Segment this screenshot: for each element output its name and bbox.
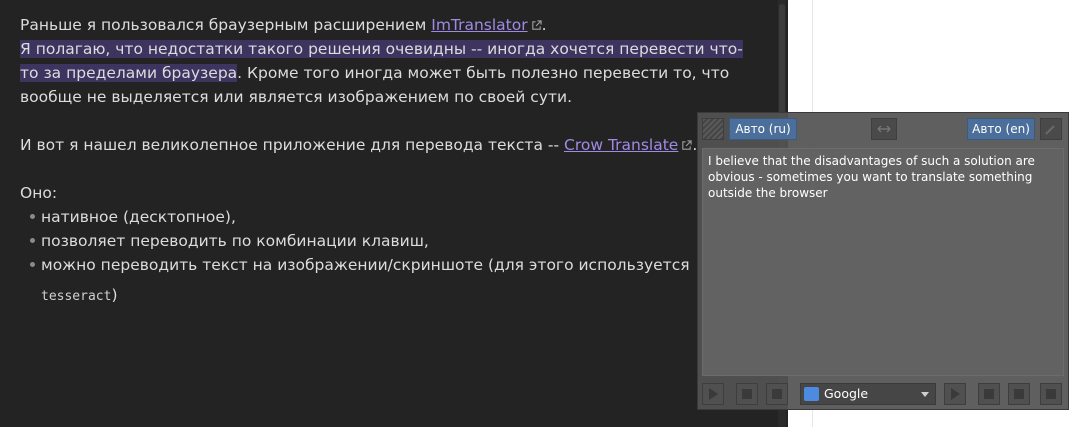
- external-link-icon: [531, 20, 542, 30]
- translation-output[interactable]: I believe that the disadvantages of such…: [702, 148, 1064, 376]
- crow-translate-link[interactable]: Crow Translate: [564, 136, 678, 154]
- list-item: позволяет переводить по комбинации клави…: [20, 229, 429, 253]
- text-segment: вообще не выделяется или является изобра…: [20, 88, 573, 106]
- imtranslator-link[interactable]: ImTranslator: [431, 16, 527, 34]
- paragraph-line-4: вообще не выделяется или является изобра…: [20, 85, 572, 109]
- list-item-text: нативное (десктопное),: [41, 208, 236, 226]
- play-source-button[interactable]: [702, 383, 724, 405]
- note-editor: Раньше я пользовался браузерным расширен…: [0, 0, 788, 427]
- play-translation-button[interactable]: [944, 383, 966, 405]
- paragraph-line-5: И вот я нашел великолепное приложение дл…: [20, 133, 697, 157]
- stop-translation-button[interactable]: [978, 383, 1000, 405]
- copy-translation-button[interactable]: [1040, 383, 1062, 405]
- engine-select[interactable]: Google: [800, 383, 936, 405]
- swap-arrows-icon: [877, 125, 891, 133]
- crow-translate-popup: Авто (ru) Авто (en) I believe that the d…: [697, 112, 1069, 410]
- swap-mode-icon[interactable]: [702, 118, 724, 140]
- paragraph-line-3: то за пределами браузера. Кроме того ино…: [20, 61, 729, 85]
- wrench-icon: [1045, 125, 1055, 135]
- bullet-icon: [30, 238, 35, 243]
- text-segment: .: [541, 16, 547, 34]
- paragraph-line-6: Оно:: [20, 181, 57, 205]
- text-segment: Оно:: [20, 184, 58, 202]
- chevron-down-icon: [921, 392, 929, 397]
- list-item: нативное (десктопное),: [20, 205, 236, 229]
- inline-code: tesseract: [41, 289, 112, 304]
- stop-source-button[interactable]: [736, 383, 758, 405]
- selected-text: то за пределами браузера: [20, 64, 238, 82]
- text-segment: ): [111, 286, 118, 304]
- copy-icon: [772, 389, 782, 399]
- text-segment: Раньше я пользовался браузерным расширен…: [20, 16, 432, 34]
- swap-languages-button[interactable]: [871, 118, 897, 140]
- copy-icon: [1046, 389, 1056, 399]
- source-language-button[interactable]: Авто (ru): [729, 118, 797, 140]
- text-segment: . Кроме того иногда может быть полезно п…: [237, 64, 730, 82]
- selected-text: Я полагаю, что недостатки такого решения…: [20, 40, 743, 58]
- list-item-text: можно переводить текст на изображении/ск…: [41, 256, 690, 274]
- stop-icon: [742, 389, 752, 399]
- copy-source-button[interactable]: [766, 383, 788, 405]
- copy-all-button[interactable]: [1008, 383, 1030, 405]
- paragraph-line-2: Я полагаю, что недостатки такого решения…: [20, 37, 743, 61]
- settings-button[interactable]: [1040, 118, 1062, 140]
- engine-label: Google: [824, 386, 869, 401]
- google-translate-icon: [804, 387, 819, 401]
- bullet-icon: [30, 214, 35, 219]
- stop-icon: [984, 389, 994, 399]
- paragraph-line-1: Раньше я пользовался браузерным расширен…: [20, 13, 547, 37]
- list-item-continuation: tesseract): [41, 283, 118, 309]
- play-icon: [709, 388, 718, 400]
- play-icon: [951, 388, 960, 400]
- text-segment: И вот я нашел великолепное приложение дл…: [20, 136, 564, 154]
- list-item-text: позволяет переводить по комбинации клави…: [41, 232, 429, 250]
- copy-all-icon: [1014, 389, 1024, 399]
- external-link-icon: [682, 140, 692, 150]
- target-language-button[interactable]: Авто (en): [967, 118, 1035, 140]
- list-item: можно переводить текст на изображении/ск…: [20, 253, 690, 277]
- bullet-icon: [30, 262, 35, 267]
